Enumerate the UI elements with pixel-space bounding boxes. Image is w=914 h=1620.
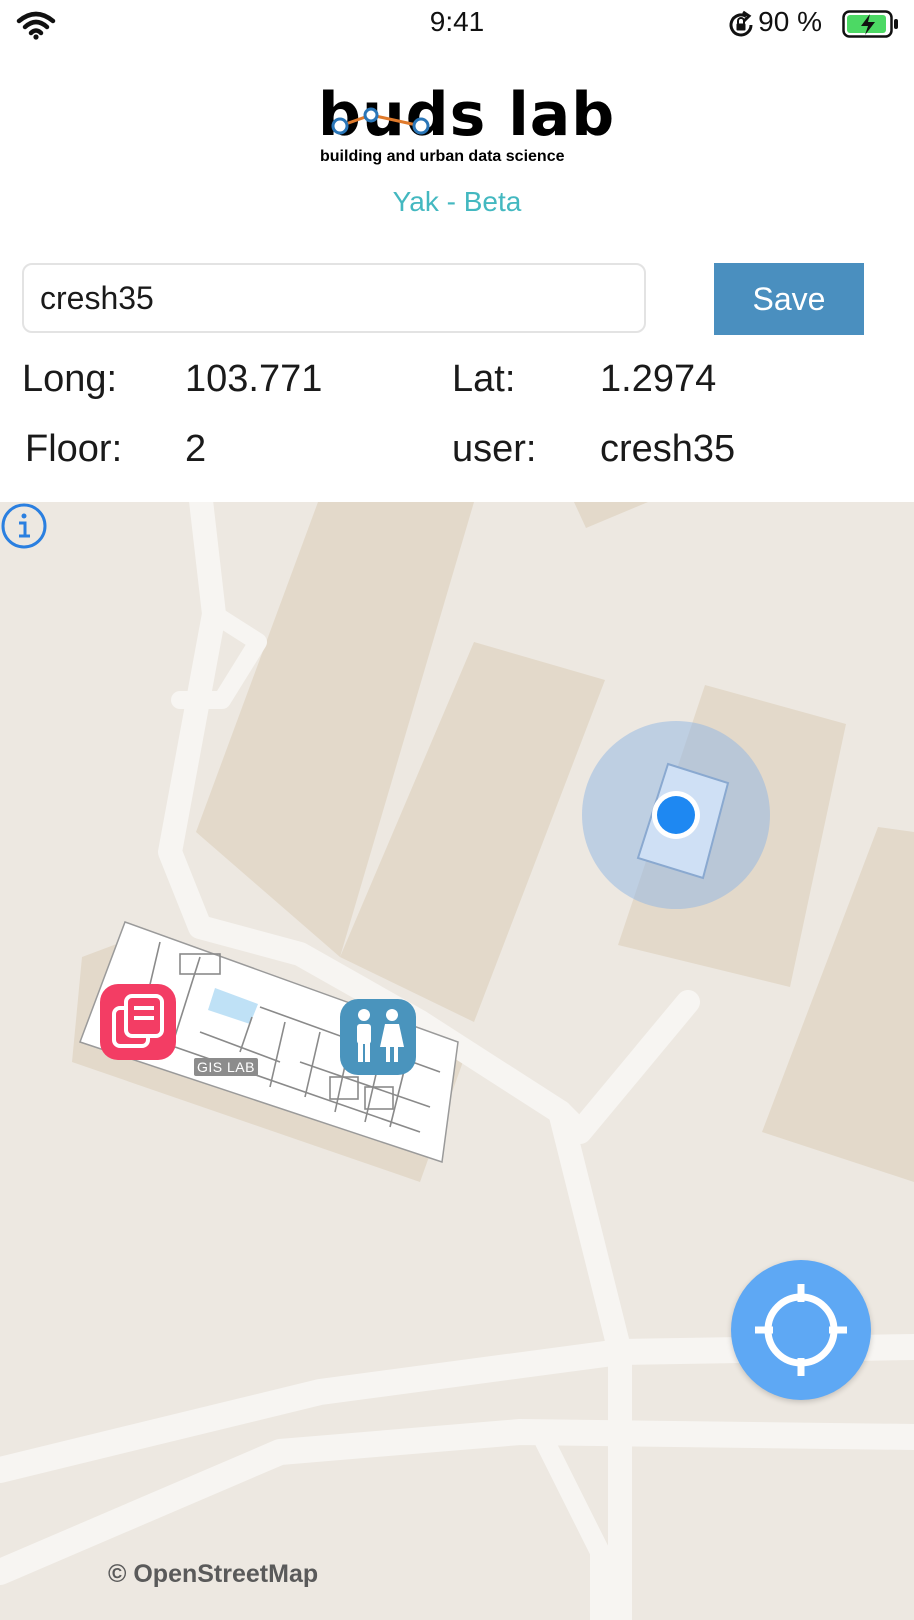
room-label: GIS LAB (194, 1058, 258, 1076)
library-icon[interactable] (98, 982, 178, 1062)
restroom-icon[interactable] (338, 997, 418, 1077)
map-road (535, 1432, 610, 1620)
status-bar: 9:41 90 % (0, 0, 914, 48)
map-road (0, 1419, 914, 1585)
map-attribution[interactable]: © OpenStreetMap (108, 1560, 318, 1589)
map-building (574, 502, 648, 528)
latitude-label: Lat: (452, 358, 516, 400)
battery-charging-icon (842, 10, 898, 38)
orientation-lock-icon (729, 10, 753, 37)
logo-tagline: building and urban data science (320, 148, 565, 165)
longitude-value: 103.771 (185, 358, 323, 400)
user-label: user: (452, 428, 537, 470)
floor-value: 2 (185, 428, 207, 470)
map-view[interactable]: GIS LAB © OpenStreetMap (0, 502, 914, 1620)
logo-network-icon (331, 107, 430, 135)
app-subtitle: Yak - Beta (392, 186, 522, 217)
user-id-input[interactable] (22, 263, 646, 333)
longitude-label: Long: (22, 358, 118, 400)
user-value: cresh35 (600, 428, 736, 470)
latitude-value: 1.2974 (600, 358, 717, 400)
save-button[interactable]: Save (714, 263, 864, 335)
locate-me-button[interactable] (731, 1260, 871, 1400)
info-icon[interactable] (0, 502, 48, 550)
floor-label: Floor: (25, 428, 123, 470)
locate-me-icon (755, 1284, 847, 1376)
battery-percent: 90 % (758, 6, 822, 37)
